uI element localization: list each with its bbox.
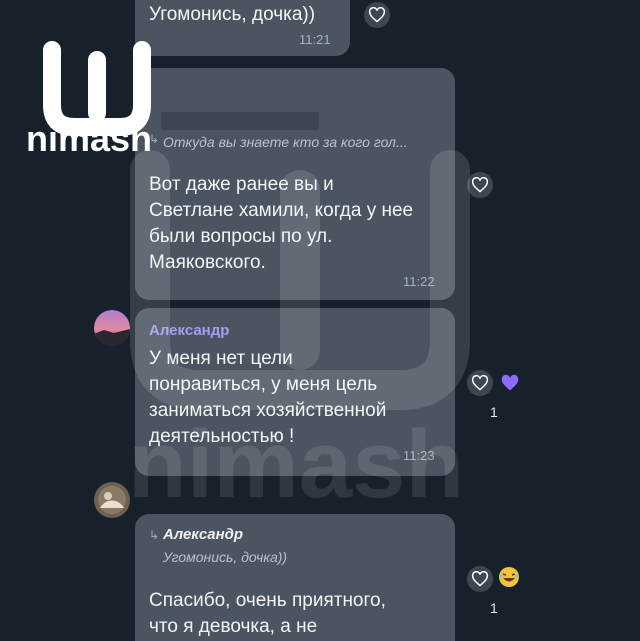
message-bubble[interactable]: ↳ Откуда вы знаете кто за кого гол... Во…: [135, 68, 455, 300]
avatar[interactable]: [94, 482, 130, 518]
reply-block[interactable]: ↳ Откуда вы знаете кто за кого гол...: [149, 130, 408, 150]
message-text: У меня нет цели понравиться, у меня цель…: [149, 348, 387, 447]
avatar[interactable]: [94, 310, 130, 346]
message-text: Спасибо, очень приятного, что я девочка,…: [149, 590, 386, 637]
sender-name[interactable]: Александр: [149, 322, 229, 339]
message-time: 11:21: [299, 32, 331, 47]
message-text: Вот даже ранее вы и Светлане хамили, ког…: [149, 174, 414, 273]
nimash-logo-text: nimash: [26, 118, 153, 159]
heart-reaction-button[interactable]: [467, 370, 493, 396]
heart-icon: [471, 375, 489, 391]
reply-author: Александр: [163, 526, 244, 543]
laughing-emoji-icon: [499, 567, 519, 587]
message-bubble[interactable]: Александр У меня нет цели понравиться, у…: [135, 308, 455, 476]
redacted-name-bar: [161, 112, 319, 130]
reply-arrow-icon: ↳: [149, 528, 160, 542]
message-time: 11:22: [403, 274, 435, 289]
message-bubble[interactable]: ↳ Александр Угомонись, дочка)) Спасибо, …: [135, 514, 455, 641]
reaction-count: 1: [490, 404, 498, 420]
heart-icon: [471, 571, 489, 587]
heart-icon: [368, 7, 386, 23]
reply-block[interactable]: ↳ Александр Угомонись, дочка)): [149, 526, 287, 565]
heart-reaction-button[interactable]: [364, 2, 390, 28]
reply-quote: Откуда вы знаете кто за кого гол...: [163, 134, 408, 150]
avatar-image: [94, 310, 130, 346]
purple-heart-icon: [501, 374, 519, 391]
reaction-count: 1: [490, 600, 498, 616]
reply-quote: Угомонись, дочка)): [163, 549, 288, 565]
heart-reaction-button[interactable]: [467, 566, 493, 592]
heart-reaction-button[interactable]: [467, 172, 493, 198]
laughing-emoji-reaction[interactable]: [498, 566, 522, 590]
heart-icon: [471, 177, 489, 193]
message-text: Угомонись, дочка)): [149, 4, 316, 25]
chat-screen: Угомонись, дочка)) 11:21 ↳ Откуда вы зна…: [0, 0, 640, 641]
avatar-image: [94, 482, 130, 518]
message-time: 11:23: [403, 448, 435, 463]
purple-heart-reaction[interactable]: [496, 370, 524, 396]
